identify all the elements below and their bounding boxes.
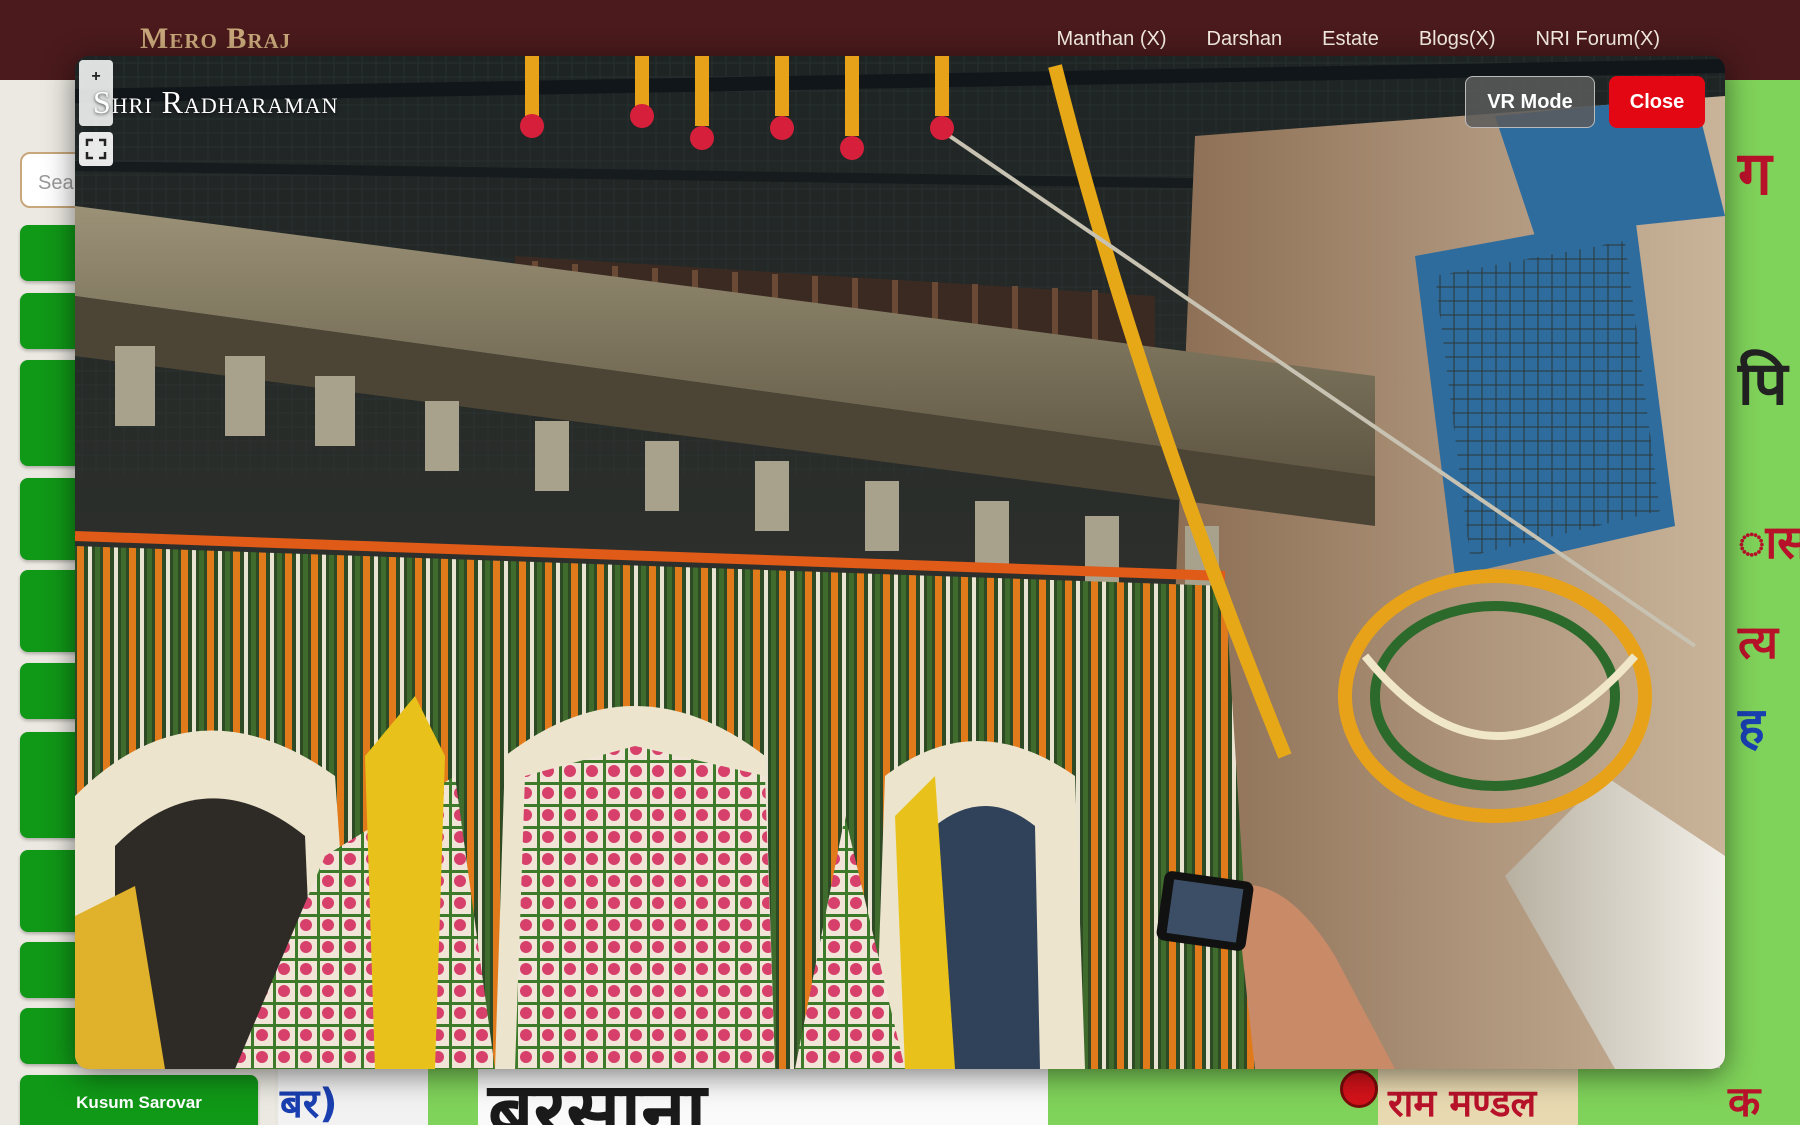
brand-logo[interactable]: Mero Braj — [140, 22, 291, 56]
main-nav: Manthan (X) Darshan Estate Blogs(X) NRI … — [1056, 28, 1660, 51]
fullscreen-icon[interactable] — [79, 132, 113, 166]
poster-text: ग — [1738, 139, 1772, 209]
sidebar-item-label: Kusum Sarovar — [76, 1093, 202, 1112]
nav-item-blogs[interactable]: Blogs(X) — [1419, 28, 1496, 51]
poster-text: पि — [1738, 349, 1788, 419]
panorama-view[interactable] — [75, 56, 1725, 1069]
poster-title: बरसाना — [488, 1068, 707, 1125]
vr-mode-button[interactable]: VR Mode — [1465, 76, 1595, 128]
close-button[interactable]: Close — [1609, 76, 1705, 128]
background-poster-right: ग पि ास त्य ह — [1720, 80, 1800, 1125]
nav-item-nri-forum[interactable]: NRI Forum(X) — [1536, 28, 1660, 51]
sidebar-item[interactable]: Kusum Sarovar — [20, 1075, 258, 1125]
nav-item-manthan[interactable]: Manthan (X) — [1056, 28, 1166, 51]
background-poster-bottom: बर) बरसाना राम मण्डल क — [278, 1068, 1800, 1125]
poster-text: राम मण्डल — [1388, 1081, 1537, 1125]
panorama-modal: + Shri Radharaman VR Mode Close — [75, 56, 1725, 1069]
poster-text: बर) — [280, 1081, 338, 1125]
modal-title: Shri Radharaman — [93, 84, 339, 120]
poster-text: त्य — [1738, 615, 1779, 669]
poster-text: ास — [1738, 515, 1800, 569]
poster-text: ह — [1738, 697, 1765, 755]
record-icon[interactable] — [1340, 1070, 1378, 1108]
nav-item-darshan[interactable]: Darshan — [1207, 28, 1283, 51]
poster-text: क — [1728, 1077, 1761, 1125]
nav-item-estate[interactable]: Estate — [1322, 28, 1379, 51]
